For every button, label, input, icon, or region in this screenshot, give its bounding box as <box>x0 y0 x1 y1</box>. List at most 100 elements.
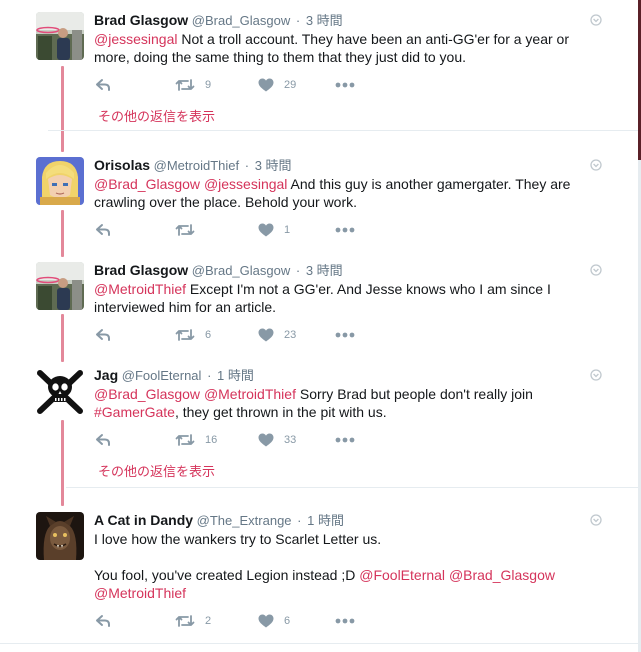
show-more-replies-link[interactable]: その他の返信を表示 <box>98 461 215 480</box>
more-button[interactable] <box>335 327 355 343</box>
tweet-text-segment: crawling over the place. Behold your wor… <box>94 194 358 210</box>
hashtag-link[interactable]: #GamerGate <box>94 404 175 420</box>
tweet[interactable]: Orisolas @MetroidThief · 3 時間 @Brad_Glas… <box>0 145 638 245</box>
display-name[interactable]: Brad Glasgow <box>94 12 188 28</box>
separator-dot: · <box>295 13 301 28</box>
timestamp[interactable]: 3 時間 <box>255 158 292 173</box>
mention-link[interactable]: @Brad_Glasgow <box>94 386 200 402</box>
chevron-down-icon[interactable] <box>590 159 602 171</box>
retweet-count: 2 <box>205 615 212 627</box>
tweet-text: @MetroidThief Except I'm not a GG'er. An… <box>94 280 594 316</box>
more-button[interactable] <box>335 613 355 629</box>
mention-link[interactable]: @Brad_Glasgow <box>94 176 200 192</box>
reply-button[interactable] <box>95 432 111 448</box>
avatar[interactable] <box>36 157 84 205</box>
user-handle[interactable]: @Brad_Glasgow <box>192 263 290 278</box>
text-line: @MetroidThief Except I'm not a GG'er. An… <box>94 280 594 298</box>
retweet-button[interactable]: 9 <box>175 77 211 93</box>
reply-button[interactable] <box>95 327 111 343</box>
avatar[interactable] <box>36 12 84 60</box>
timestamp[interactable]: 3 時間 <box>306 13 343 28</box>
chevron-down-icon[interactable] <box>590 264 602 276</box>
retweet-icon <box>175 79 195 91</box>
retweet-button[interactable]: 16 <box>175 432 217 448</box>
more-icon <box>335 227 355 233</box>
tweet-text-segment: Except I'm not a GG'er. And Jesse knows … <box>186 281 551 297</box>
avatar[interactable] <box>36 367 84 415</box>
reply-button[interactable] <box>95 222 111 238</box>
tweet[interactable]: Jag @FoolEternal · 1 時間 @Brad_Glasgow @M… <box>0 355 638 485</box>
like-button[interactable]: 33 <box>258 432 296 448</box>
user-handle[interactable]: @The_Extrange <box>197 513 292 528</box>
display-name[interactable]: Orisolas <box>94 157 150 173</box>
retweet-button[interactable]: 2 <box>175 613 211 629</box>
tweet-header: Orisolas @MetroidThief · 3 時間 <box>94 157 292 174</box>
display-name[interactable]: Brad Glasgow <box>94 262 188 278</box>
timestamp[interactable]: 1 時間 <box>217 368 254 383</box>
tweet[interactable]: Brad Glasgow @Brad_Glasgow · 3 時間 @jesse… <box>0 0 638 130</box>
timestamp[interactable]: 3 時間 <box>306 263 343 278</box>
text-line: interviewed him for an article. <box>94 298 594 316</box>
divider <box>66 487 638 488</box>
text-line: more, doing the same thing to them that … <box>94 48 594 66</box>
mention-link[interactable]: @jessesingal <box>94 31 177 47</box>
avatar[interactable] <box>36 262 84 310</box>
more-button[interactable] <box>335 222 355 238</box>
mention-link[interactable]: @MetroidThief <box>94 281 186 297</box>
mention-link[interactable]: @FoolEternal <box>359 567 445 583</box>
text-line: @jessesingal Not a troll account. They h… <box>94 30 594 48</box>
tweet-text-segment: You fool, you've created Legion instead … <box>94 567 360 583</box>
show-more-replies-link[interactable]: その他の返信を表示 <box>98 106 215 125</box>
tweet-text-segment: Not a troll account. They have been an a… <box>177 31 569 47</box>
like-button[interactable]: 29 <box>258 77 296 93</box>
mention-link[interactable]: @MetroidThief <box>204 386 296 402</box>
tweet-text: @Brad_Glasgow @jessesingal And this guy … <box>94 175 594 211</box>
display-name[interactable]: A Cat in Dandy <box>94 512 193 528</box>
like-button[interactable]: 1 <box>258 222 290 238</box>
like-icon <box>258 614 274 628</box>
user-handle[interactable]: @FoolEternal <box>122 368 202 383</box>
reply-button[interactable] <box>95 613 111 629</box>
text-line: I love how the wankers try to Scarlet Le… <box>94 530 594 548</box>
like-button[interactable]: 6 <box>258 613 290 629</box>
divider <box>48 130 638 131</box>
retweet-button[interactable]: 6 <box>175 327 211 343</box>
timestamp[interactable]: 1 時間 <box>307 513 344 528</box>
like-button[interactable]: 23 <box>258 327 296 343</box>
retweet-count: 9 <box>205 79 212 91</box>
tweet[interactable]: Brad Glasgow @Brad_Glasgow · 3 時間 @Metro… <box>0 250 638 350</box>
display-name[interactable]: Jag <box>94 367 118 383</box>
chevron-down-icon[interactable] <box>590 514 602 526</box>
tweet-header: Brad Glasgow @Brad_Glasgow · 3 時間 <box>94 262 343 279</box>
like-icon <box>258 223 274 237</box>
like-count: 29 <box>284 79 297 91</box>
reply-button[interactable] <box>95 77 111 93</box>
mention-link[interactable]: @MetroidThief <box>94 585 186 601</box>
tweet-text-segment: more, doing the same thing to them that … <box>94 49 466 65</box>
reply-icon <box>96 615 110 627</box>
retweet-count: 6 <box>205 329 212 341</box>
more-button[interactable] <box>335 432 355 448</box>
mention-link[interactable]: @jessesingal <box>204 176 287 192</box>
more-icon <box>335 437 355 443</box>
tweet-header: Jag @FoolEternal · 1 時間 <box>94 367 254 384</box>
user-handle[interactable]: @MetroidThief <box>154 158 239 173</box>
retweet-icon <box>175 224 195 236</box>
retweet-button[interactable] <box>175 222 205 238</box>
retweet-icon <box>175 615 195 627</box>
tweet[interactable]: A Cat in Dandy @The_Extrange · 1 時間 I lo… <box>0 500 638 640</box>
divider <box>0 643 638 644</box>
user-handle[interactable]: @Brad_Glasgow <box>192 13 290 28</box>
chevron-down-icon[interactable] <box>590 369 602 381</box>
tweet-text: @jessesingal Not a troll account. They h… <box>94 30 594 66</box>
text-line: #GamerGate, they get thrown in the pit w… <box>94 403 594 421</box>
separator-dot: · <box>295 263 301 278</box>
more-icon <box>335 332 355 338</box>
avatar[interactable] <box>36 512 84 560</box>
more-button[interactable] <box>335 77 355 93</box>
mention-link[interactable]: @Brad_Glasgow <box>449 567 555 583</box>
reply-icon <box>96 224 110 236</box>
chevron-down-icon[interactable] <box>590 14 602 26</box>
retweet-icon <box>175 434 195 446</box>
tweet-text-segment: Sorry Brad but people don't really join <box>295 386 533 402</box>
